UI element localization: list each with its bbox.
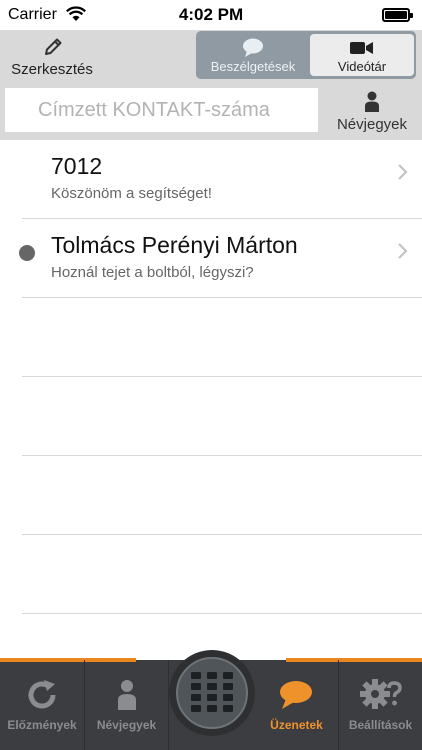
chat-bubble-icon — [280, 681, 312, 709]
empty-row — [22, 535, 422, 614]
chevron-right-icon — [398, 243, 408, 259]
tab-contacts[interactable]: Névjegyek — [85, 660, 169, 750]
contacts-button[interactable]: Névjegyek — [322, 88, 422, 136]
status-time: 4:02 PM — [178, 5, 244, 24]
video-camera-icon — [350, 42, 373, 54]
conversation-preview: Köszönöm a segítséget! — [51, 185, 212, 202]
conversation-row[interactable]: 7012 Köszönöm a segítséget! — [22, 140, 422, 219]
segment-video-library[interactable]: Videótár — [310, 34, 414, 76]
edit-button[interactable]: Szerkesztés — [0, 30, 104, 86]
segment-conversations[interactable]: Beszélgetések — [198, 33, 308, 77]
tab-messages[interactable]: Üzenetek — [255, 660, 339, 750]
keypad-icon — [191, 672, 233, 712]
conversation-preview: Hoznál tejet a boltból, légyszi? — [51, 264, 254, 281]
pencil-icon — [45, 38, 62, 55]
conversation-row[interactable]: Tolmács Perényi Márton Hoznál tejet a bo… — [19, 219, 422, 298]
tab-settings-label: Beállítások — [348, 718, 413, 732]
tab-messages-label: Üzenetek — [270, 718, 323, 732]
empty-row — [22, 377, 422, 456]
person-icon — [118, 680, 136, 710]
segment-conversations-label: Beszélgetések — [210, 59, 296, 74]
conversation-name: Tolmács Perényi Márton — [51, 232, 298, 258]
conversation-name: 7012 — [51, 153, 103, 179]
recipient-number-input[interactable] — [5, 88, 318, 132]
history-icon — [28, 680, 56, 709]
conversation-list: 7012 Köszönöm a segítséget! Tolmács Peré… — [0, 140, 422, 614]
battery-fill — [385, 11, 407, 19]
unread-dot — [19, 245, 35, 261]
person-icon — [365, 91, 379, 112]
tab-history[interactable]: Előzmények — [0, 660, 85, 750]
contacts-button-label: Névjegyek — [336, 116, 408, 133]
battery-icon — [382, 8, 413, 22]
empty-row — [22, 298, 422, 377]
speech-bubble-icon — [243, 38, 263, 57]
keypad-button-face — [176, 657, 248, 729]
chevron-right-icon — [398, 164, 408, 180]
top-toolbar: Szerkesztés Beszélgetések Videótár — [0, 30, 422, 86]
settings-gear-icon — [360, 679, 402, 709]
segment-video-library-label: Videótár — [337, 59, 387, 74]
tab-history-label: Előzmények — [7, 718, 77, 732]
tab-settings[interactable]: Beállítások — [339, 660, 422, 750]
bottom-tab-bar: Előzmények Névjegyek Üzenetek Beállításo… — [0, 646, 422, 750]
view-segmented-control: Beszélgetések Videótár — [196, 31, 416, 79]
edit-button-label: Szerkesztés — [11, 61, 93, 78]
recipient-row: Névjegyek — [0, 86, 422, 140]
status-bar: Carrier 4:02 PM — [0, 0, 422, 30]
empty-row — [22, 456, 422, 535]
keypad-button[interactable] — [169, 650, 255, 736]
tab-contacts-label: Névjegyek — [96, 718, 157, 732]
